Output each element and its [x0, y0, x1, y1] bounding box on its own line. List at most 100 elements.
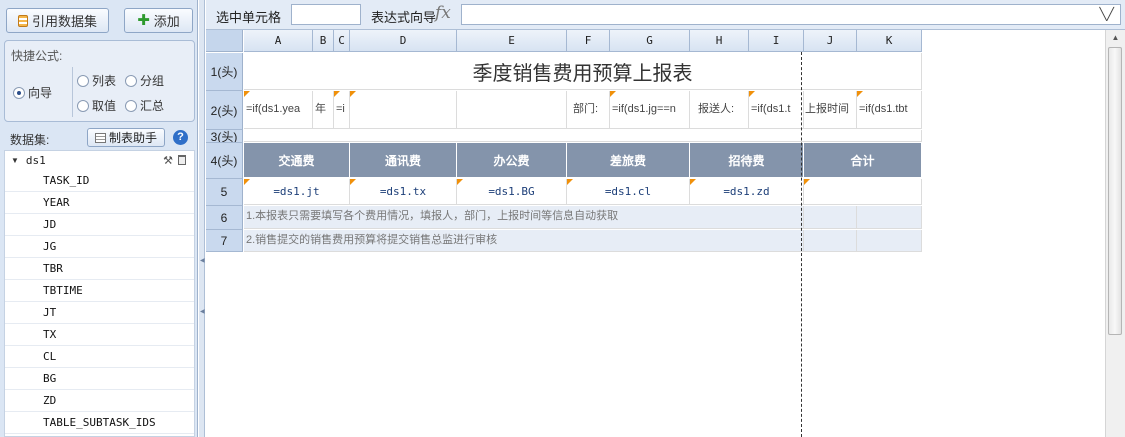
cell-e2[interactable]	[457, 91, 567, 129]
cell-b2[interactable]: 年	[313, 91, 334, 129]
radio-dot-icon	[77, 74, 89, 87]
cell-j7[interactable]	[804, 230, 857, 252]
panel-splitter[interactable]: ◀ ◀	[199, 0, 205, 437]
cell-i2[interactable]: =if(ds1.t	[749, 91, 804, 129]
radio-value[interactable]: 取值	[77, 97, 116, 114]
field-item[interactable]: ZD	[5, 390, 194, 412]
header-cell-office[interactable]: 办公费	[457, 143, 567, 178]
column-header-d[interactable]: D	[350, 30, 457, 52]
column-header-k[interactable]: K	[857, 30, 922, 52]
header-cell-travel[interactable]: 差旅费	[567, 143, 690, 178]
radio-group[interactable]: 分组	[125, 72, 164, 89]
cell-j2[interactable]: 上报时间	[804, 91, 857, 129]
note-cell-1[interactable]: 1.本报表只需要填写各个费用情况，填报人，部门，上报时间等信息自动获取	[244, 206, 804, 229]
radio-summary[interactable]: 汇总	[125, 97, 164, 114]
header-cell-transport[interactable]: 交通费	[244, 143, 350, 178]
column-header-j[interactable]: J	[804, 30, 857, 52]
column-header-h[interactable]: H	[690, 30, 749, 52]
fx-icon[interactable]: fx	[435, 3, 451, 23]
select-all-corner[interactable]	[206, 30, 243, 52]
field-item[interactable]: BG	[5, 368, 194, 390]
field-item[interactable]: CL	[5, 346, 194, 368]
row-header[interactable]: 4(头)	[206, 143, 243, 179]
radio-list[interactable]: 列表	[77, 72, 116, 89]
table-icon	[94, 132, 106, 143]
field-item[interactable]: JD	[5, 214, 194, 236]
column-header-e[interactable]: E	[457, 30, 567, 52]
help-icon[interactable]: ?	[173, 130, 188, 145]
column-header-i[interactable]: I	[749, 30, 804, 52]
reference-dataset-label: 引用数据集	[31, 14, 97, 29]
collapse-arrow-icon[interactable]: ◀	[200, 257, 205, 264]
field-item[interactable]: JG	[5, 236, 194, 258]
radio-value-label: 取值	[92, 99, 117, 113]
dataset-header: 数据集: 制表助手 ?	[0, 126, 197, 150]
trash-icon[interactable]	[178, 155, 186, 165]
field-item[interactable]: TASK_ID	[5, 170, 194, 192]
column-header-b[interactable]: B	[313, 30, 334, 52]
header-cell-total[interactable]: 合计	[804, 143, 922, 178]
formula-cell-zd[interactable]: =ds1.zd	[690, 179, 804, 205]
formula-cell-total[interactable]	[804, 179, 922, 205]
cell-k7[interactable]	[857, 230, 922, 252]
cell-a2[interactable]: =if(ds1.yea	[244, 91, 313, 129]
database-icon	[17, 14, 28, 27]
row-header[interactable]: 5	[206, 179, 243, 206]
column-header-f[interactable]: F	[567, 30, 610, 52]
cell-j6[interactable]	[804, 206, 857, 229]
spreadsheet-grid[interactable]: ABCDEFGHIJK 1(头) 2(头) 3(头) 4(头) 5 6 7 季度销售费用预算…	[206, 30, 1105, 437]
row-header[interactable]: 2(头)	[206, 91, 243, 130]
cell-d2[interactable]	[350, 91, 457, 129]
column-header-g[interactable]: G	[610, 30, 690, 52]
cell-h2[interactable]: 报送人:	[690, 91, 749, 129]
radio-wizard-label: 向导	[28, 86, 53, 100]
divider	[72, 67, 73, 117]
table-helper-button[interactable]: 制表助手	[87, 128, 165, 147]
formula-cell-tx[interactable]: =ds1.tx	[350, 179, 457, 205]
add-button[interactable]: ✚ 添加	[124, 8, 193, 33]
cell-g2[interactable]: =if(ds1.jg==n	[610, 91, 690, 129]
radio-dot-icon	[13, 86, 25, 99]
field-item[interactable]: TX	[5, 324, 194, 346]
scrollbar-thumb[interactable]	[1108, 47, 1122, 335]
field-item[interactable]: TABLE_SUBTASK_IDS	[5, 412, 194, 434]
cell-row3[interactable]	[244, 130, 922, 142]
column-header-c[interactable]: C	[334, 30, 350, 52]
dataset-node[interactable]: ▼ ds1 ⚒	[5, 151, 194, 170]
formula-cell-bg[interactable]: =ds1.BG	[457, 179, 567, 205]
chevron-down-icon[interactable]: ╲╱	[1100, 7, 1114, 21]
vertical-scrollbar[interactable]: ▲	[1105, 30, 1125, 437]
formula-cell-jt[interactable]: =ds1.jt	[244, 179, 350, 205]
report-title-cell[interactable]: 季度销售费用预算上报表	[244, 53, 922, 90]
field-item[interactable]: JT	[5, 302, 194, 324]
formula-cell-cl[interactable]: =ds1.cl	[567, 179, 690, 205]
row-header[interactable]: 3(头)	[206, 130, 243, 143]
column-header-a[interactable]: A	[244, 30, 313, 52]
note-cell-2[interactable]: 2.销售提交的销售费用预算将提交销售总监进行审核	[244, 230, 804, 252]
row-header[interactable]: 1(头)	[206, 53, 243, 91]
row-header[interactable]: 6	[206, 206, 243, 230]
left-panel: 引用数据集 ✚ 添加 快捷公式: 向导 列表 分组 取值 汇总 数据集: 制表助…	[0, 0, 198, 437]
cell-f2[interactable]: 部门:	[567, 91, 610, 129]
header-cell-entertainment[interactable]: 招待费	[690, 143, 804, 178]
formula-bar: 选中单元格 表达式向导 fx ╲╱	[206, 0, 1125, 30]
collapse-arrow-icon[interactable]: ◀	[200, 308, 205, 315]
wrench-icon[interactable]: ⚒	[163, 154, 173, 167]
row-header[interactable]: 7	[206, 230, 243, 252]
radio-wizard[interactable]: 向导	[13, 84, 52, 101]
expression-input[interactable]: ╲╱	[461, 4, 1121, 25]
cell-k2[interactable]: =if(ds1.tbt	[857, 91, 922, 129]
radio-dot-icon	[125, 74, 137, 87]
expand-triangle-icon[interactable]: ▼	[11, 156, 19, 165]
field-item[interactable]: TBR	[5, 258, 194, 280]
cell-c2[interactable]: =i	[334, 91, 350, 129]
dataset-node-label: ds1	[25, 154, 46, 167]
reference-dataset-button[interactable]: 引用数据集	[6, 8, 109, 33]
cell-k6[interactable]	[857, 206, 922, 229]
header-cell-telecom[interactable]: 通讯费	[350, 143, 457, 178]
field-item[interactable]: TBTIME	[5, 280, 194, 302]
radio-group-label: 分组	[140, 74, 165, 88]
scroll-up-arrow-icon[interactable]: ▲	[1106, 30, 1125, 46]
field-item[interactable]: YEAR	[5, 192, 194, 214]
selected-cell-input[interactable]	[291, 4, 361, 25]
